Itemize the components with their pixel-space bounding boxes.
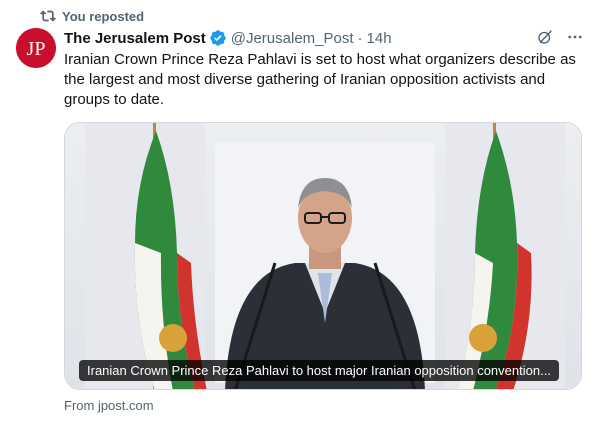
avatar-initials: JP — [27, 38, 46, 60]
author-handle[interactable]: @Jerusalem_Post — [231, 30, 354, 47]
jpost-logo-icon: JP — [16, 28, 56, 68]
article-photo — [65, 123, 581, 389]
grok-icon[interactable] — [536, 28, 554, 46]
separator-dot: · — [357, 29, 363, 47]
link-source[interactable]: From jpost.com — [64, 398, 154, 413]
repost-indicator: You reposted — [40, 8, 144, 24]
repost-icon — [40, 10, 56, 22]
tweet-actions — [536, 28, 584, 46]
tweet-media-card[interactable]: Iranian Crown Prince Reza Pahlavi to hos… — [64, 122, 582, 390]
verified-badge-icon[interactable] — [209, 29, 227, 47]
tweet-text: Iranian Crown Prince Reza Pahlavi is set… — [64, 51, 576, 108]
repost-label: You reposted — [62, 8, 145, 24]
tweet[interactable]: You reposted JP The Jerusalem Post @Jeru… — [0, 0, 606, 422]
avatar[interactable]: JP — [16, 28, 56, 68]
author-display-name[interactable]: The Jerusalem Post — [64, 30, 206, 47]
more-options-icon[interactable] — [566, 28, 584, 46]
tweet-header: The Jerusalem Post @Jerusalem_Post · 14h — [64, 28, 584, 48]
tweet-content: The Jerusalem Post @Jerusalem_Post · 14h — [64, 28, 584, 110]
media-caption: Iranian Crown Prince Reza Pahlavi to hos… — [79, 360, 559, 381]
tweet-timestamp[interactable]: 14h — [367, 30, 392, 47]
